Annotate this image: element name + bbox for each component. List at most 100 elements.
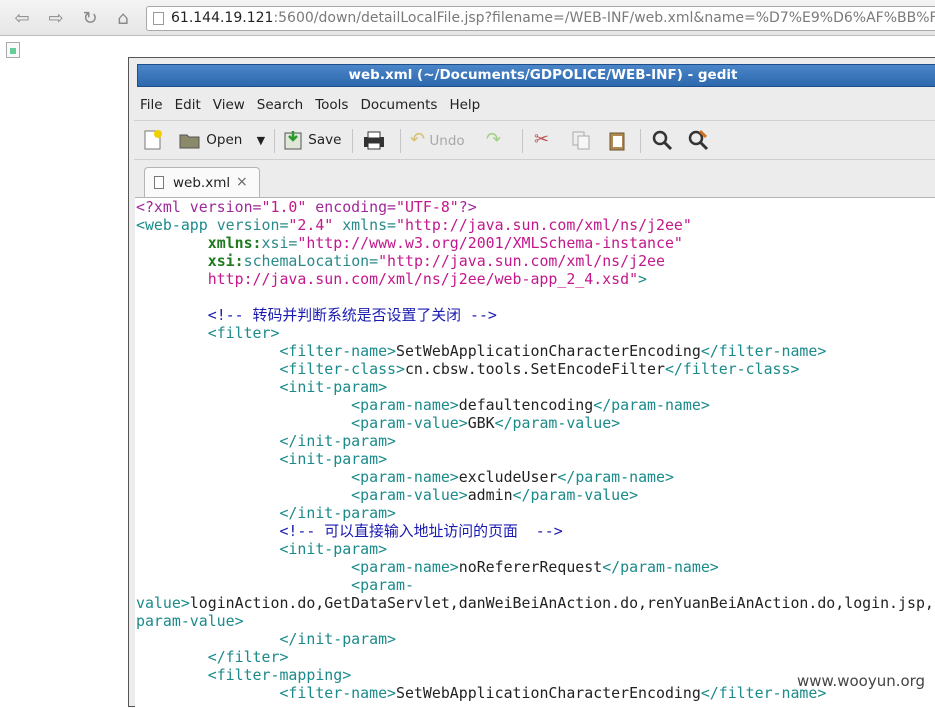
code-token: excludeUser [458, 468, 558, 486]
code-token: <?xml version= [136, 198, 262, 216]
code-token: <filter-class> [279, 360, 405, 378]
menu-view[interactable]: View [207, 94, 251, 116]
code-line: http://java.sun.com/xml/ns/j2ee/web-app_… [136, 270, 934, 288]
chevron-down-icon[interactable]: ▼ [257, 134, 265, 147]
toolbar-separator [352, 129, 353, 153]
code-line: value>loginAction.do,GetDataServlet,danW… [136, 594, 934, 612]
tab-label: web.xml [173, 175, 231, 191]
code-token: value> [136, 594, 190, 612]
code-token: loginAction.do,GetDataServlet,danWeiBeiA… [189, 594, 934, 612]
code-token: noRefererRequest [458, 558, 603, 576]
reload-icon[interactable]: ↻ [78, 7, 102, 31]
gedit-window: web.xml (~/Documents/GDPOLICE/WEB-INF) -… [128, 57, 935, 708]
undo-button[interactable]: ↶ Undo [410, 128, 465, 152]
code-token: schemaLocation= [243, 252, 379, 270]
menu-bar: File Edit View Search Tools Documents Help [134, 94, 486, 116]
save-button-label: Save [308, 132, 342, 148]
find-button[interactable] [650, 128, 674, 152]
url-path: :5600/down/detailLocalFile.jsp?filename=… [273, 10, 935, 26]
code-token: "http://www.w3.org/2001/XMLSchema-instan… [297, 234, 683, 252]
open-button[interactable]: Open ▼ [178, 128, 265, 152]
menu-file[interactable]: File [134, 94, 169, 116]
code-token: param-value> [136, 612, 244, 630]
forward-arrow-icon[interactable]: ⇨ [44, 7, 68, 31]
code-token: xmlns= [333, 216, 397, 234]
code-line: <param-name>excludeUser</param-name> [136, 468, 934, 486]
print-button[interactable] [362, 128, 386, 152]
code-line: <param-value>admin</param-value> [136, 486, 934, 504]
text-editor[interactable]: <?xml version="1.0" encoding="UTF-8"?> <w… [135, 197, 935, 708]
redo-icon: ↷ [486, 129, 502, 150]
code-token: ?> [458, 198, 477, 216]
address-bar[interactable]: 61.144.19.121:5600/down/detailLocalFile.… [146, 6, 935, 31]
code-token: <filter> [207, 324, 280, 342]
menu-help[interactable]: Help [443, 94, 486, 116]
redo-button[interactable]: ↷ [486, 128, 501, 152]
code-token: <web-app [136, 216, 217, 234]
code-line: <init-param> [136, 378, 934, 396]
code-token: "1.0" [261, 198, 307, 216]
save-button[interactable]: Save [282, 128, 341, 152]
copy-button[interactable] [570, 128, 592, 152]
new-document-button[interactable] [142, 128, 164, 152]
tab-web-xml[interactable]: web.xml × [144, 167, 260, 197]
code-token: </filter-name> [700, 342, 827, 360]
menu-documents[interactable]: Documents [354, 94, 443, 116]
code-token: <param- [351, 576, 414, 594]
toolbar-separator [522, 129, 523, 153]
document-icon [154, 176, 164, 189]
scissors-icon: ✂ [534, 129, 550, 150]
copy-icon [572, 131, 590, 150]
code-token: </param-name> [593, 396, 710, 414]
code-token: </param-name> [602, 558, 719, 576]
undo-button-label: Undo [429, 133, 465, 149]
code-token: xmlns: [207, 234, 262, 252]
window-title[interactable]: web.xml (~/Documents/GDPOLICE/WEB-INF) -… [137, 64, 935, 87]
open-button-label: Open [206, 132, 243, 148]
code-line: <param- [136, 576, 934, 594]
code-line: param-value> [136, 612, 934, 630]
code-line: <param-name>noRefererRequest</param-name… [136, 558, 934, 576]
tab-bar: web.xml × [129, 161, 935, 197]
url-host: 61.144.19.121 [171, 10, 274, 26]
code-line: <!-- 可以直接输入地址访问的页面 --> [136, 522, 934, 540]
menu-edit[interactable]: Edit [169, 94, 207, 116]
code-token: </param-value> [512, 486, 639, 504]
code-line: <web-app version="2.4" xmlns="http://jav… [136, 216, 934, 234]
new-document-icon [144, 130, 162, 150]
url-text: 61.144.19.121:5600/down/detailLocalFile.… [171, 7, 935, 30]
code-token: </init-param> [279, 630, 396, 648]
code-token: "http://java.sun.com/xml/ns/j2ee" [396, 216, 692, 234]
cut-button[interactable]: ✂ [534, 128, 549, 152]
menu-search[interactable]: Search [251, 94, 309, 116]
code-token: version= [216, 216, 289, 234]
code-line: </init-param> [136, 504, 934, 522]
back-arrow-icon[interactable]: ⇦ [10, 7, 34, 31]
code-token: <init-param> [279, 378, 388, 396]
undo-icon: ↶ [410, 129, 426, 150]
close-icon[interactable]: × [236, 168, 248, 196]
code-token: admin [467, 486, 513, 504]
toolbar-separator [274, 129, 275, 153]
paste-button[interactable] [606, 128, 628, 152]
find-replace-button[interactable] [686, 128, 710, 152]
code-token: encoding= [306, 198, 396, 216]
home-icon[interactable]: ⌂ [111, 7, 135, 31]
browser-toolbar: ⇦ ⇨ ↻ ⌂ 61.144.19.121:5600/down/detailLo… [0, 0, 935, 36]
code-token: cn.cbsw.tools.SetEncodeFilter [404, 360, 665, 378]
code-line: <init-param> [136, 540, 934, 558]
code-token: SetWebApplicationCharacterEncoding [396, 342, 701, 360]
code-line: <param-name>defaultencoding</param-name> [136, 396, 934, 414]
menu-tools[interactable]: Tools [309, 94, 354, 116]
code-token: </param-name> [557, 468, 674, 486]
save-icon [284, 131, 302, 150]
